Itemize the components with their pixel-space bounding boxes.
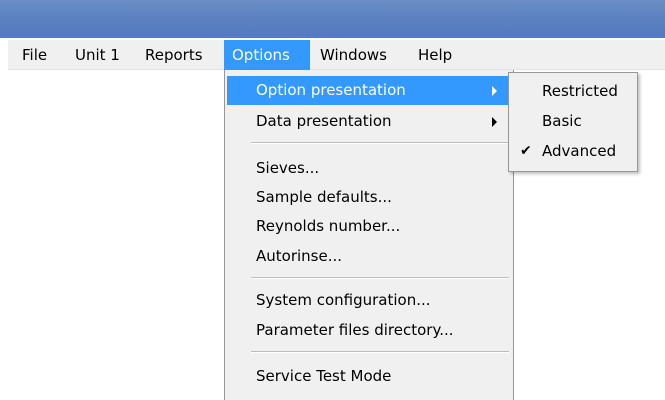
submenu-item-restricted[interactable]: Restricted [511,76,635,106]
menu-unit-1[interactable]: Unit 1 [67,40,128,70]
option-presentation-label: Option presentation [256,81,406,99]
menu-bar: File Unit 1 Reports Options Windows Help [8,40,665,70]
menu-item-reynolds-number[interactable]: Reynolds number... [227,212,511,241]
option-presentation-submenu: Restricted Basic ✔ Advanced [508,72,638,172]
menu-separator [251,142,509,144]
menu-item-parameter-files-directory[interactable]: Parameter files directory... [227,316,511,345]
window-titlebar [0,0,665,38]
menu-item-service-test-mode[interactable]: Service Test Mode [227,362,511,391]
menu-item-sample-defaults[interactable]: Sample defaults... [227,183,511,212]
submenu-item-basic[interactable]: Basic [511,106,635,136]
menu-help[interactable]: Help [410,40,460,70]
submenu-arrow-icon [492,86,497,96]
options-dropdown-menu: Option presentation Data presentation Si… [224,70,514,400]
advanced-label: Advanced [542,142,617,160]
submenu-item-advanced[interactable]: ✔ Advanced [511,136,635,166]
menu-item-sieves[interactable]: Sieves... [227,154,511,183]
menu-options[interactable]: Options [224,40,310,70]
menu-reports[interactable]: Reports [137,40,211,70]
submenu-arrow-icon [492,117,497,127]
menu-separator [251,351,509,353]
menu-windows[interactable]: Windows [312,40,395,70]
menu-item-option-presentation[interactable]: Option presentation [227,76,511,105]
data-presentation-label: Data presentation [256,112,392,130]
menu-separator [251,277,509,279]
checkmark-icon: ✔ [520,143,532,159]
menu-item-data-presentation[interactable]: Data presentation [227,107,511,136]
menu-item-system-configuration[interactable]: System configuration... [227,286,511,315]
menu-file[interactable]: File [14,40,55,70]
menu-item-autorinse[interactable]: Autorinse... [227,242,511,271]
